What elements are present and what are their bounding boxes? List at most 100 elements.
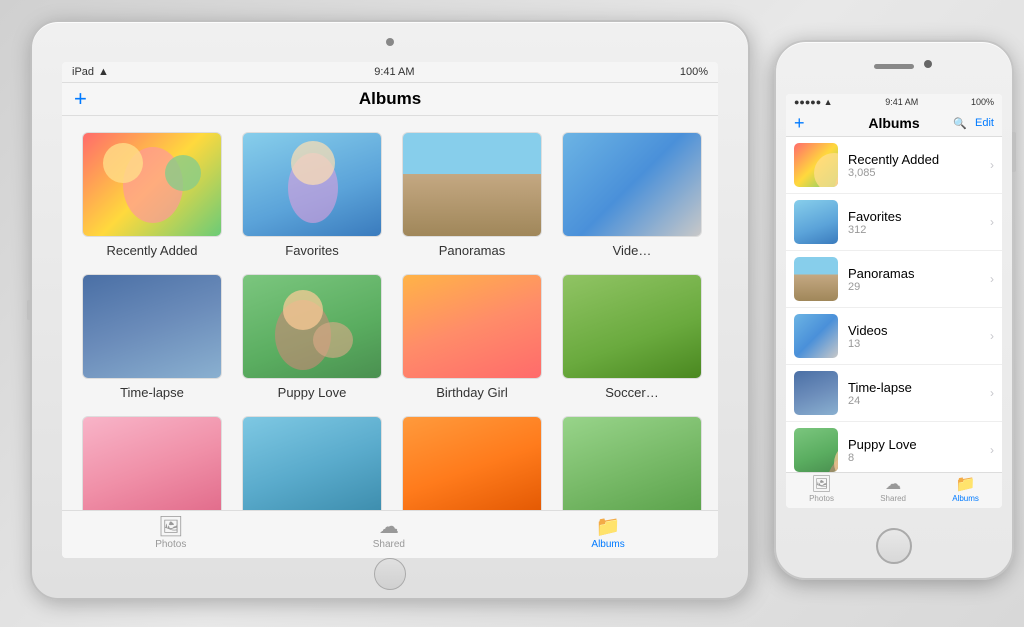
iphone-chevron-videos: › bbox=[990, 329, 994, 343]
iphone-time: 9:41 AM bbox=[885, 97, 918, 107]
ipad-album-thumb-soccer bbox=[562, 274, 702, 379]
ipad-add-button[interactable]: + bbox=[74, 86, 87, 112]
iphone-thumb-timelapse bbox=[794, 371, 838, 415]
ipad-album-label-timelapse: Time-lapse bbox=[120, 385, 184, 400]
ipad-album-puppy-love[interactable]: Puppy Love bbox=[242, 274, 382, 400]
ipad-carrier: iPad bbox=[72, 66, 94, 78]
ipad-tab-albums[interactable]: 📁 Albums bbox=[591, 517, 624, 550]
iphone-count-panoramas: 29 bbox=[848, 281, 990, 293]
iphone-chevron-favorites: › bbox=[990, 215, 994, 229]
iphone-speaker bbox=[874, 64, 914, 69]
iphone-list-item-timelapse[interactable]: Time-lapse 24 › bbox=[786, 365, 1002, 422]
scene: iPad ▲ 9:41 AM 100% + Albums Recently Ad… bbox=[0, 0, 1024, 627]
iphone-info-timelapse: Time-lapse 24 bbox=[848, 380, 990, 407]
iphone-photos-icon: 🖼 bbox=[811, 477, 831, 493]
iphone-count-timelapse: 24 bbox=[848, 395, 990, 407]
ipad-albums-icon: 📁 bbox=[596, 517, 621, 537]
ipad-screen: iPad ▲ 9:41 AM 100% + Albums Recently Ad… bbox=[62, 62, 718, 558]
ipad-album-row3a[interactable] bbox=[82, 416, 222, 510]
ipad-tab-photos[interactable]: 🖼 Photos bbox=[155, 517, 186, 550]
iphone-tab-photos-label: Photos bbox=[809, 494, 834, 503]
ipad-album-birthday-girl[interactable]: Birthday Girl bbox=[402, 274, 542, 400]
ipad-album-label-videos: Vide… bbox=[613, 243, 652, 258]
ipad-album-soccer[interactable]: Soccer… bbox=[562, 274, 702, 400]
iphone-name-timelapse: Time-lapse bbox=[848, 380, 990, 395]
iphone-search-button[interactable]: 🔍 bbox=[953, 117, 967, 130]
iphone-device: ●●●●● ▲ 9:41 AM 100% + Albums 🔍 Edit Rec… bbox=[774, 40, 1014, 580]
ipad-album-row3c[interactable] bbox=[402, 416, 542, 510]
ipad-album-thumb-birthday-girl bbox=[402, 274, 542, 379]
iphone-info-videos: Videos 13 bbox=[848, 323, 990, 350]
iphone-screen: ●●●●● ▲ 9:41 AM 100% + Albums 🔍 Edit Rec… bbox=[786, 94, 1002, 508]
ipad-status-left: iPad ▲ bbox=[72, 66, 109, 78]
ipad-album-thumb-puppy-love bbox=[242, 274, 382, 379]
ipad-album-row3b[interactable] bbox=[242, 416, 382, 510]
iphone-count-recently-added: 3,085 bbox=[848, 167, 990, 179]
iphone-info-recently-added: Recently Added 3,085 bbox=[848, 152, 990, 179]
ipad-album-thumb-row3b bbox=[242, 416, 382, 510]
ipad-albums-content: Recently Added Favorites Panoramas Vide… bbox=[62, 116, 718, 510]
ipad-album-thumb-recently-added bbox=[82, 132, 222, 237]
iphone-list-item-puppylove[interactable]: Puppy Love 8 › bbox=[786, 422, 1002, 472]
iphone-thumb-recently-added bbox=[794, 143, 838, 187]
ipad-camera bbox=[386, 38, 394, 46]
iphone-tab-shared[interactable]: ☁ Shared bbox=[880, 477, 906, 503]
ipad-tab-bar: 🖼 Photos ☁ Shared 📁 Albums bbox=[62, 510, 718, 558]
iphone-list-item-recently-added[interactable]: Recently Added 3,085 › bbox=[786, 137, 1002, 194]
ipad-album-recently-added[interactable]: Recently Added bbox=[82, 132, 222, 258]
iphone-navbar-actions: 🔍 Edit bbox=[953, 117, 994, 130]
ipad-tab-albums-label: Albums bbox=[591, 539, 624, 550]
ipad-side-button bbox=[27, 300, 32, 320]
ipad-tab-photos-label: Photos bbox=[155, 539, 186, 550]
ipad-tab-shared-label: Shared bbox=[373, 539, 405, 550]
ipad-album-label-birthday-girl: Birthday Girl bbox=[436, 385, 508, 400]
iphone-chevron-puppylove: › bbox=[990, 443, 994, 457]
iphone-shared-icon: ☁ bbox=[885, 477, 901, 493]
iphone-status-bar: ●●●●● ▲ 9:41 AM 100% bbox=[786, 94, 1002, 110]
iphone-add-button[interactable]: + bbox=[794, 113, 805, 134]
iphone-count-puppylove: 8 bbox=[848, 452, 990, 464]
ipad-device: iPad ▲ 9:41 AM 100% + Albums Recently Ad… bbox=[30, 20, 750, 600]
iphone-albums-list: Recently Added 3,085 › Favorites 312 › bbox=[786, 137, 1002, 472]
iphone-count-videos: 13 bbox=[848, 338, 990, 350]
ipad-album-panoramas[interactable]: Panoramas bbox=[402, 132, 542, 258]
iphone-info-favorites: Favorites 312 bbox=[848, 209, 990, 236]
ipad-tab-shared[interactable]: ☁ Shared bbox=[373, 517, 405, 550]
iphone-battery: 100% bbox=[971, 97, 994, 107]
iphone-list-item-favorites[interactable]: Favorites 312 › bbox=[786, 194, 1002, 251]
iphone-camera bbox=[924, 60, 932, 68]
iphone-list-item-panoramas[interactable]: Panoramas 29 › bbox=[786, 251, 1002, 308]
iphone-name-puppylove: Puppy Love bbox=[848, 437, 990, 452]
iphone-nav-title: Albums bbox=[868, 115, 919, 131]
ipad-status-bar: iPad ▲ 9:41 AM 100% bbox=[62, 62, 718, 83]
iphone-name-recently-added: Recently Added bbox=[848, 152, 990, 167]
iphone-edit-button[interactable]: Edit bbox=[975, 117, 994, 129]
ipad-shared-icon: ☁ bbox=[379, 517, 399, 537]
ipad-album-timelapse[interactable]: Time-lapse bbox=[82, 274, 222, 400]
iphone-albums-icon: 📁 bbox=[956, 477, 976, 493]
iphone-name-videos: Videos bbox=[848, 323, 990, 338]
iphone-list-item-videos[interactable]: Videos 13 › bbox=[786, 308, 1002, 365]
ipad-nav-title: Albums bbox=[359, 89, 421, 109]
iphone-chevron-timelapse: › bbox=[990, 386, 994, 400]
ipad-album-label-recently-added: Recently Added bbox=[106, 243, 197, 258]
iphone-tab-albums[interactable]: 📁 Albums bbox=[952, 477, 979, 503]
iphone-home-button[interactable] bbox=[876, 528, 912, 564]
ipad-album-row3d[interactable] bbox=[562, 416, 702, 510]
ipad-battery: 100% bbox=[680, 66, 708, 78]
ipad-album-favorites[interactable]: Favorites bbox=[242, 132, 382, 258]
ipad-time: 9:41 AM bbox=[374, 66, 414, 78]
ipad-albums-grid: Recently Added Favorites Panoramas Vide… bbox=[82, 132, 698, 510]
ipad-album-label-soccer: Soccer… bbox=[605, 385, 658, 400]
iphone-thumb-panoramas bbox=[794, 257, 838, 301]
ipad-home-button[interactable] bbox=[374, 558, 406, 590]
iphone-tab-albums-label: Albums bbox=[952, 494, 979, 503]
iphone-side-button bbox=[1012, 132, 1016, 172]
ipad-album-label-puppy-love: Puppy Love bbox=[278, 385, 347, 400]
iphone-tab-shared-label: Shared bbox=[880, 494, 906, 503]
ipad-album-videos[interactable]: Vide… bbox=[562, 132, 702, 258]
iphone-count-favorites: 312 bbox=[848, 224, 990, 236]
iphone-tab-photos[interactable]: 🖼 Photos bbox=[809, 477, 834, 503]
ipad-album-thumb-row3c bbox=[402, 416, 542, 510]
iphone-thumb-videos bbox=[794, 314, 838, 358]
